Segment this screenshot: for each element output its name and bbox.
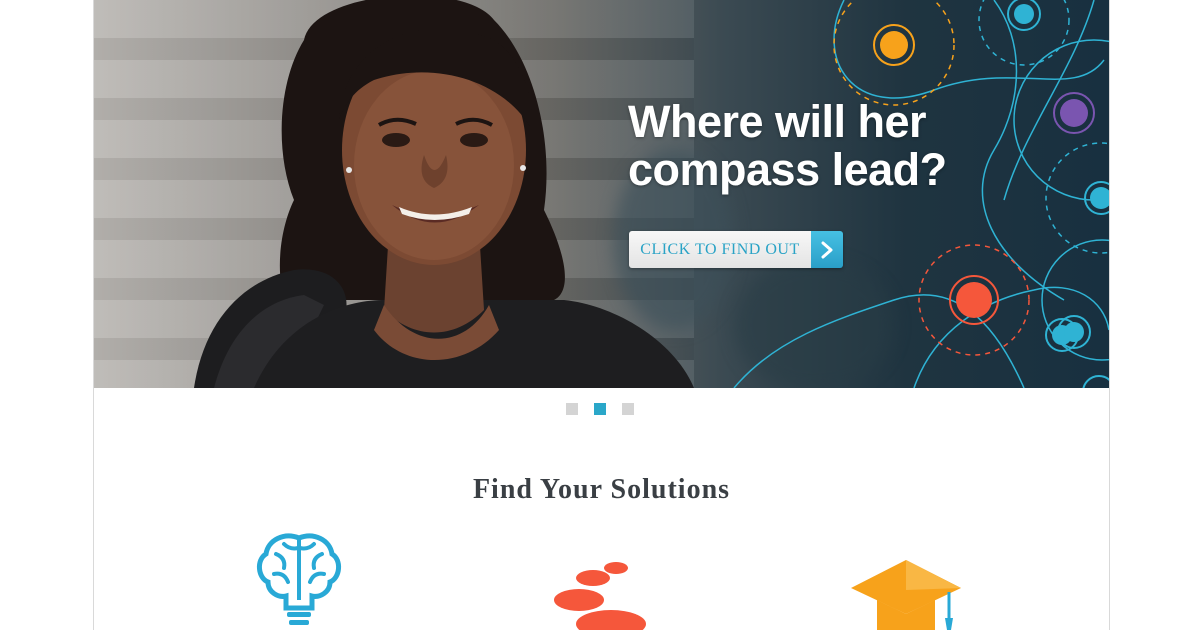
solution-brain[interactable] [254, 530, 344, 630]
carousel-indicators [566, 403, 634, 415]
graduation-cap-icon [851, 560, 961, 630]
section-title: Find Your Solutions [472, 474, 731, 505]
carousel-dot-3[interactable] [622, 403, 634, 415]
purple-node-icon [1053, 92, 1095, 134]
carousel-dot-1[interactable] [566, 403, 578, 415]
hero-headline: Where will her compass lead? [628, 98, 1008, 194]
page-container: Where will her compass lead? CLICK TO FI… [93, 0, 1110, 630]
find-out-button-label: CLICK TO FIND OUT [629, 231, 811, 268]
brain-lightbulb-icon [257, 533, 341, 625]
blue-node-icon [1057, 315, 1091, 349]
headline-line-1: Where will her [628, 96, 927, 147]
find-out-button[interactable]: CLICK TO FIND OUT [629, 231, 843, 268]
solution-steps[interactable] [549, 530, 649, 630]
stepping-stones-icon [554, 562, 646, 630]
chevron-right-icon [811, 231, 843, 268]
hero-banner: Where will her compass lead? CLICK TO FI… [94, 0, 1109, 388]
headline-line-2: compass lead? [628, 144, 947, 195]
solution-graduation[interactable] [849, 530, 964, 630]
carousel-dot-2[interactable] [594, 403, 606, 415]
